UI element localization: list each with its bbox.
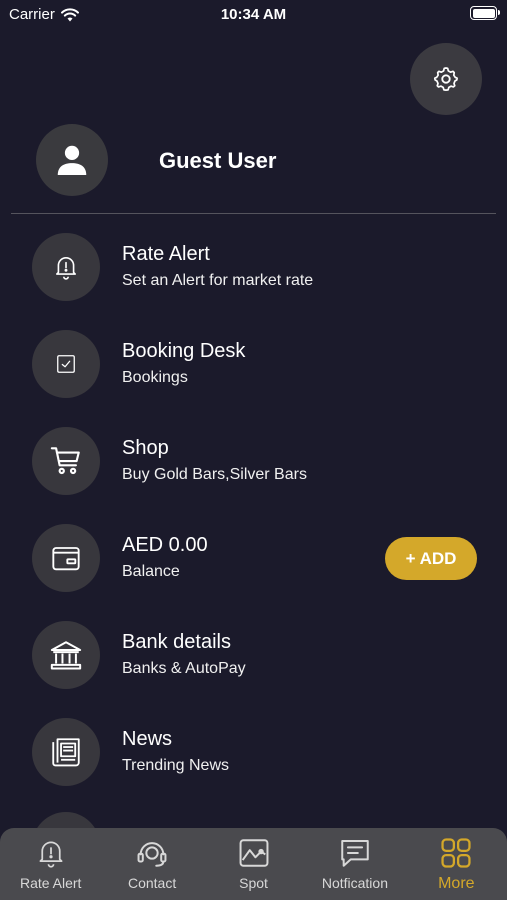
menu-icon-circle bbox=[32, 427, 100, 495]
profile-name: Guest User bbox=[159, 148, 277, 173]
bell-icon bbox=[39, 841, 63, 868]
menu-title: Shop bbox=[122, 437, 169, 459]
status-time: 10:34 AM bbox=[220, 6, 287, 23]
headset-icon bbox=[137, 842, 167, 867]
menu-icon-circle bbox=[32, 233, 100, 301]
menu-icon-circle bbox=[32, 524, 100, 592]
menu-title: News bbox=[122, 728, 173, 750]
menu-icon-circle bbox=[32, 718, 100, 786]
menu-subtitle: Trending News bbox=[122, 757, 230, 774]
tab-label: Rate Alert bbox=[19, 875, 82, 891]
tab-label: More bbox=[438, 875, 475, 892]
menu-subtitle: Buy Gold Bars,Silver Bars bbox=[122, 466, 307, 483]
menu-item-news[interactable]: News Trending News bbox=[0, 718, 507, 798]
person-icon bbox=[57, 145, 87, 176]
menu-subtitle: Bookings bbox=[122, 369, 188, 386]
menu-icon-circle bbox=[32, 330, 100, 398]
cart-icon bbox=[50, 447, 80, 475]
menu-subtitle: Set an Alert for market rate bbox=[122, 272, 314, 289]
menu-icon-circle bbox=[32, 621, 100, 689]
menu-title: Bank details bbox=[122, 631, 231, 653]
menu-item-rate-alert[interactable]: Rate Alert Set an Alert for market rate bbox=[0, 233, 507, 313]
menu-subtitle: Banks & AutoPay bbox=[122, 660, 246, 677]
tab-rate-alert[interactable]: Rate Alert bbox=[0, 828, 101, 900]
menu-item-bank-details[interactable]: Bank details Banks & AutoPay bbox=[0, 621, 507, 701]
menu-item-booking-desk[interactable]: Booking Desk Bookings bbox=[0, 330, 507, 410]
menu-item-shop[interactable]: Shop Buy Gold Bars,Silver Bars bbox=[0, 427, 507, 507]
grid-icon bbox=[441, 838, 471, 868]
gear-icon bbox=[433, 67, 458, 91]
menu-title: Rate Alert bbox=[122, 243, 210, 265]
wallet-icon bbox=[52, 547, 80, 571]
status-bar: Carrier 10:34 AM bbox=[0, 0, 507, 30]
newspaper-icon bbox=[52, 738, 80, 767]
settings-button[interactable] bbox=[410, 43, 482, 115]
avatar[interactable] bbox=[36, 124, 108, 196]
tab-label: Spot bbox=[239, 875, 268, 891]
chart-icon bbox=[239, 839, 268, 867]
tab-label: Contact bbox=[127, 875, 177, 891]
tab-more[interactable]: More bbox=[406, 828, 507, 900]
tab-label: Notfication bbox=[321, 875, 388, 891]
divider bbox=[11, 213, 496, 214]
balance-amount: AED 0.00 bbox=[122, 534, 208, 556]
tab-bar: Rate Alert Contact Spot Notfication More bbox=[0, 828, 507, 900]
tab-notification[interactable]: Notfication bbox=[304, 828, 405, 900]
checkbox-icon bbox=[57, 355, 75, 373]
add-balance-button[interactable]: + ADD bbox=[385, 537, 477, 580]
bank-icon bbox=[50, 641, 82, 670]
message-icon bbox=[341, 839, 369, 867]
tab-spot[interactable]: Spot bbox=[203, 828, 304, 900]
menu-subtitle: Balance bbox=[122, 563, 180, 580]
bell-icon bbox=[55, 257, 77, 280]
tab-contact[interactable]: Contact bbox=[101, 828, 202, 900]
battery-icon bbox=[470, 6, 500, 20]
menu-title: Booking Desk bbox=[122, 340, 246, 362]
